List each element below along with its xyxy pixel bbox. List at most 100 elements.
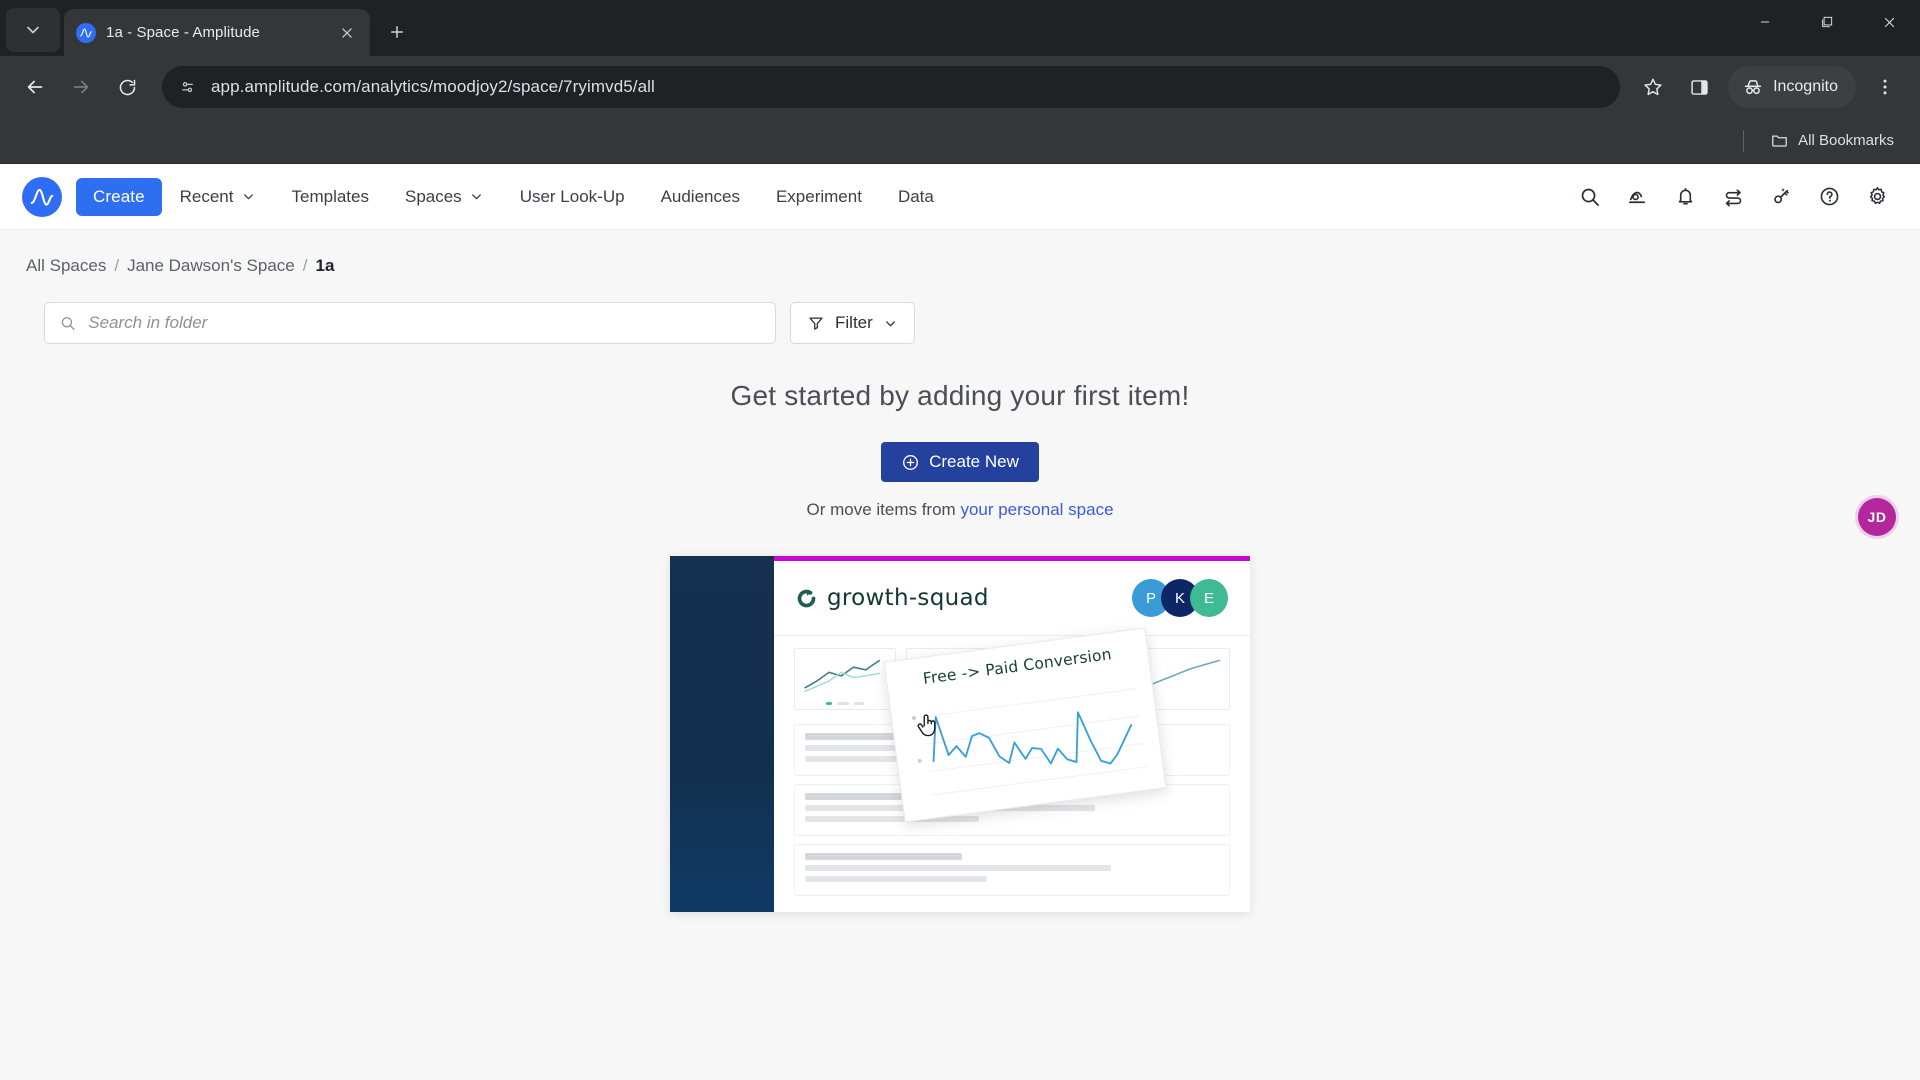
magic-key-icon <box>1773 188 1789 204</box>
workspace-name: growth-squad <box>827 585 989 612</box>
filter-button[interactable]: Filter <box>790 302 915 344</box>
notifications-button[interactable] <box>1664 176 1706 218</box>
folder-content: All Spaces / Jane Dawson's Space / 1a JD <box>0 230 1920 1080</box>
nav-item-spaces[interactable]: Spaces <box>387 177 502 217</box>
empty-state-subtitle: Or move items from your personal space <box>0 500 1920 520</box>
tab-search-button[interactable] <box>6 8 60 52</box>
illustration-avatars: P K E <box>1132 579 1228 618</box>
search-in-folder-box[interactable] <box>44 302 776 344</box>
page-settings-icon <box>182 81 193 92</box>
search-button[interactable] <box>1568 176 1610 218</box>
incognito-indicator[interactable]: Incognito <box>1728 66 1856 108</box>
minimize-icon <box>1760 21 1770 23</box>
gear-icon <box>1869 187 1885 205</box>
bookmarks-bar: All Bookmarks <box>0 118 1920 164</box>
breadcrumb-separator: / <box>114 256 120 275</box>
create-button[interactable]: Create <box>76 177 162 216</box>
help-icon <box>1820 187 1838 206</box>
browser-tab[interactable]: 1a - Space - Amplitude <box>64 9 370 56</box>
avatar: E <box>1190 579 1228 618</box>
nav-item-experiment[interactable]: Experiment <box>758 177 880 217</box>
page-viewport: Create Recent Templates Spaces User Look… <box>0 164 1920 1080</box>
back-arrow-icon <box>27 80 43 94</box>
user-avatar[interactable]: JD <box>1858 498 1896 536</box>
analytics-icon <box>1628 191 1645 204</box>
settings-button[interactable] <box>1856 176 1898 218</box>
bookmarks-separator <box>1743 129 1745 152</box>
plus-circle-icon <box>903 454 919 470</box>
new-tab-button[interactable] <box>380 15 414 49</box>
close-tab-button[interactable] <box>336 22 358 44</box>
nav-item-templates[interactable]: Templates <box>274 177 387 217</box>
onboarding-illustration: growth-squad P K E Free -> Paid Conversi… <box>670 556 1250 916</box>
amplitude-logo-icon[interactable] <box>22 176 62 217</box>
window-controls <box>1734 0 1920 56</box>
folder-icon <box>1772 135 1788 147</box>
breadcrumb-current: 1a <box>315 256 335 275</box>
chart-tile-line <box>794 648 896 710</box>
close-icon <box>342 27 352 38</box>
personal-space-link[interactable]: your personal space <box>960 500 1113 519</box>
side-panel-icon <box>1690 79 1708 95</box>
swap-button[interactable] <box>1712 176 1754 218</box>
browser-menu-button[interactable] <box>1864 66 1906 108</box>
nav-item-audiences[interactable]: Audiences <box>643 177 758 217</box>
create-new-label: Create New <box>929 452 1019 471</box>
plus-icon <box>391 26 403 38</box>
nav-label: User Look-Up <box>519 186 625 206</box>
reload-button[interactable] <box>106 66 148 108</box>
illustration-sidebar <box>670 556 774 912</box>
help-button[interactable] <box>1808 176 1850 218</box>
move-items-text: Or move items from <box>806 500 961 519</box>
breadcrumb-separator: / <box>302 256 308 275</box>
bookmark-star-button[interactable] <box>1632 66 1674 108</box>
side-panel-button[interactable] <box>1678 66 1720 108</box>
app-navbar: Create Recent Templates Spaces User Look… <box>0 164 1920 230</box>
create-new-button[interactable]: Create New <box>881 442 1039 482</box>
search-icon <box>61 317 75 331</box>
three-dot-menu-icon <box>1883 79 1887 95</box>
back-button[interactable] <box>14 66 56 108</box>
minimize-button[interactable] <box>1734 0 1796 44</box>
filter-label: Filter <box>835 313 873 332</box>
browser-toolbar: app.amplitude.com/analytics/moodjoy2/spa… <box>0 56 1920 118</box>
address-bar[interactable]: app.amplitude.com/analytics/moodjoy2/spa… <box>162 66 1621 108</box>
nav-label: Audiences <box>660 186 740 206</box>
chevron-down-icon <box>885 320 895 326</box>
nav-item-data[interactable]: Data <box>880 177 952 217</box>
ai-assist-button[interactable] <box>1760 176 1802 218</box>
nav-label: Data <box>897 186 934 206</box>
star-icon <box>1644 78 1662 96</box>
empty-state: Get started by adding your first item! C… <box>0 380 1920 916</box>
illustration-header: growth-squad P K E <box>774 561 1250 636</box>
floating-chart-card: Free -> Paid Conversion <box>883 627 1167 823</box>
search-input[interactable] <box>88 313 761 333</box>
close-window-icon <box>1884 17 1894 27</box>
maximize-icon <box>1822 16 1833 28</box>
nav-item-user-look-up[interactable]: User Look-Up <box>502 177 643 217</box>
breadcrumb-space[interactable]: Jane Dawson's Space <box>127 256 295 276</box>
free-to-paid-line-chart <box>911 688 1147 796</box>
nav-label: Experiment <box>775 186 862 206</box>
amplitude-icon <box>76 22 96 43</box>
tab-strip: 1a - Space - Amplitude <box>0 0 1920 56</box>
incognito-label: Incognito <box>1773 78 1838 95</box>
chevron-down-icon <box>27 26 39 34</box>
all-bookmarks-button[interactable]: All Bookmarks <box>1762 126 1902 155</box>
nav-item-recent[interactable]: Recent <box>162 177 274 217</box>
forward-button[interactable] <box>60 66 102 108</box>
close-window-button[interactable] <box>1858 0 1920 44</box>
breadcrumb-all-spaces[interactable]: All Spaces <box>26 256 106 276</box>
line-chart-icon <box>804 659 881 693</box>
chevron-down-icon <box>243 194 253 200</box>
swap-arrows-icon <box>1725 189 1741 207</box>
maximize-button[interactable] <box>1796 0 1858 44</box>
forward-arrow-icon <box>73 80 89 94</box>
all-bookmarks-label: All Bookmarks <box>1798 132 1894 149</box>
url-text: app.amplitude.com/analytics/moodjoy2/spa… <box>211 77 655 96</box>
chevron-down-icon <box>471 194 481 200</box>
analytics-button[interactable] <box>1616 176 1658 218</box>
list-item <box>794 844 1230 896</box>
app-nav-icons <box>1568 176 1898 218</box>
filter-icon <box>809 317 823 330</box>
